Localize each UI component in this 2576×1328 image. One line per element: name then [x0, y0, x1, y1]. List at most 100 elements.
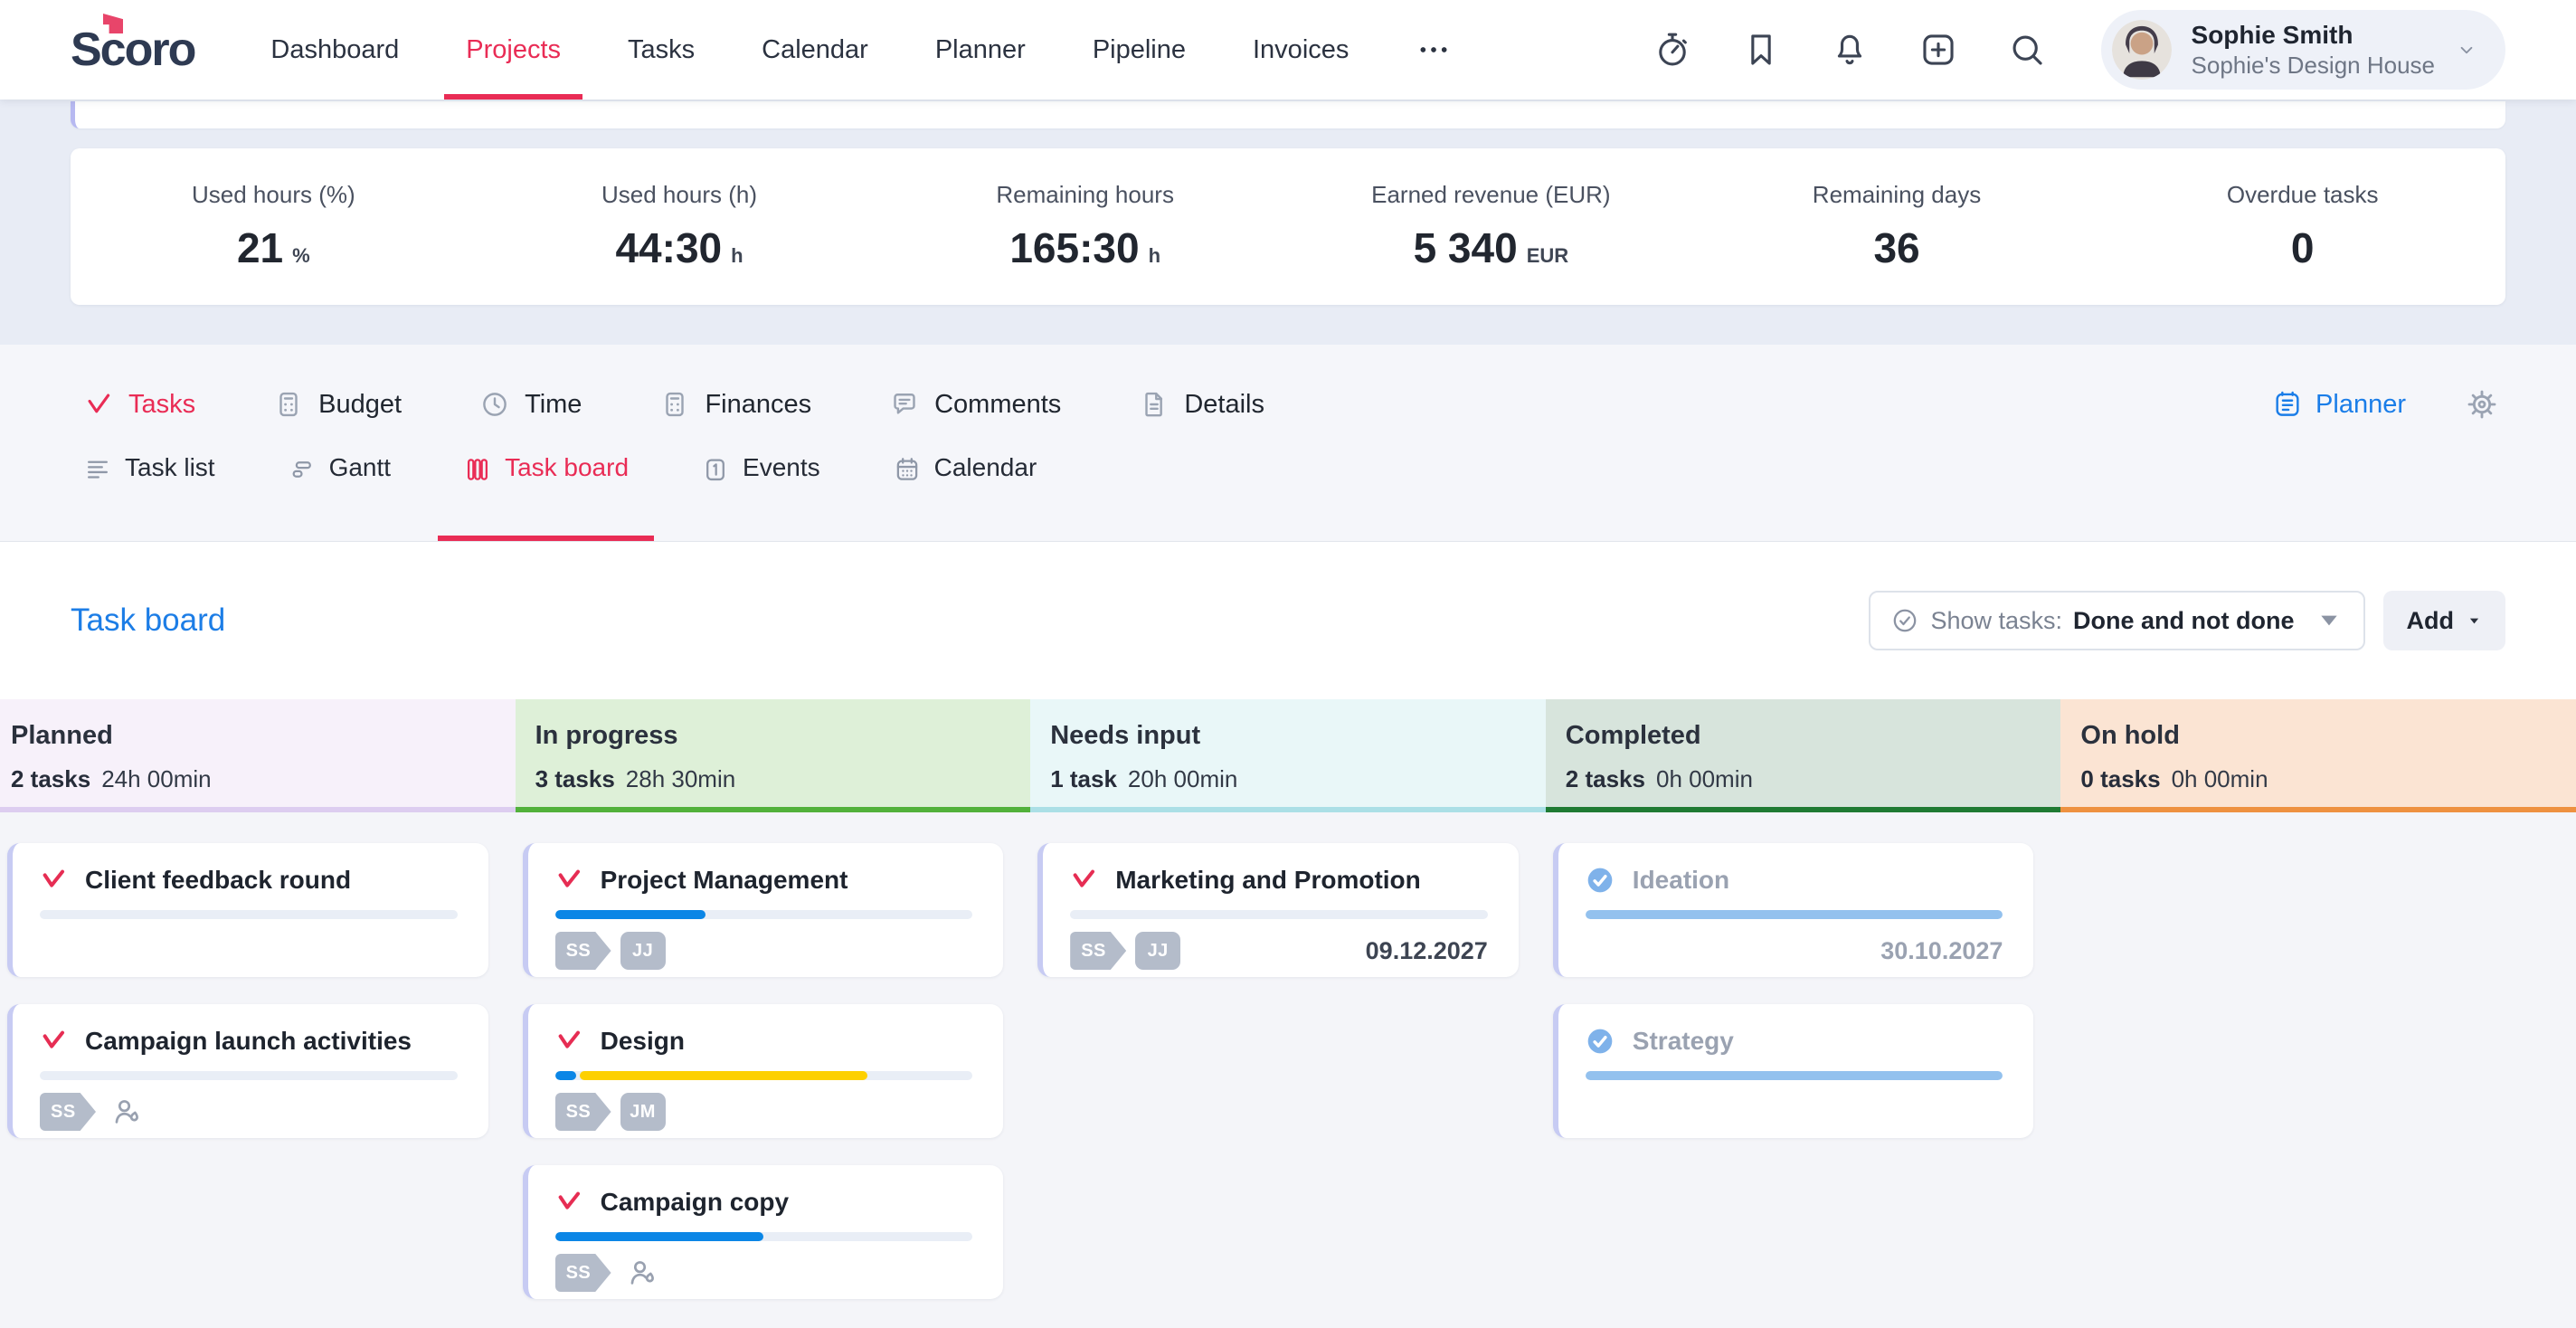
progress-segment-blue	[555, 1232, 764, 1241]
subtab-task-list[interactable]: Task list	[83, 453, 215, 541]
nav-item-invoices[interactable]: Invoices	[1253, 0, 1349, 100]
task-done-icon	[1586, 1027, 1615, 1056]
card-head: Campaign copy	[555, 1185, 973, 1219]
view-subtabs: Task list Gantt Task board Events Calendar	[83, 453, 2500, 541]
page-title: Task board	[71, 602, 225, 639]
column-meta: 2 tasks24h 00min	[11, 765, 516, 793]
tab-label: Comments	[934, 390, 1061, 420]
notifications-bell-icon[interactable]	[1830, 30, 1870, 70]
show-tasks-filter[interactable]: Show tasks: Done and not done	[1869, 591, 2364, 650]
owner-badge: SS	[555, 1093, 611, 1131]
quick-add-icon[interactable]	[1918, 30, 1958, 70]
subtab-label: Task board	[505, 453, 629, 482]
stat-label: Overdue tasks	[2099, 181, 2505, 209]
kanban-board: Planned2 tasks24h 00minIn progress3 task…	[0, 699, 2576, 1328]
document-icon	[1139, 389, 1170, 420]
task-progress-bar	[1070, 910, 1488, 919]
nav-item-pipeline[interactable]: Pipeline	[1093, 0, 1186, 100]
subtab-calendar[interactable]: Calendar	[893, 453, 1037, 541]
task-card-strategy[interactable]: Strategy	[1553, 1004, 2034, 1138]
task-card-ideation[interactable]: Ideation30.10.2027	[1553, 843, 2034, 977]
assignees: SS	[555, 1254, 660, 1292]
due-date: 09.12.2027	[1366, 937, 1488, 965]
subtab-gantt[interactable]: Gantt	[288, 453, 391, 541]
project-kpi-card: Used hours (%)21%Used hours (h)44:30hRem…	[71, 148, 2505, 305]
search-icon[interactable]	[2007, 30, 2047, 70]
task-progress-bar	[40, 1071, 458, 1080]
progress-segment-yellow	[580, 1071, 867, 1080]
bookmark-icon[interactable]	[1741, 30, 1781, 70]
tab-label: Budget	[318, 390, 402, 420]
column-completed-cards: Ideation30.10.2027 Strategy	[1546, 812, 2061, 1299]
tab-time[interactable]: Time	[479, 389, 582, 420]
task-progress-bar	[555, 1232, 973, 1241]
scrolled-card-edge	[71, 101, 2505, 128]
nav-item-dashboard[interactable]: Dashboard	[270, 0, 399, 100]
task-check-icon	[555, 1189, 582, 1216]
stat-label: Used hours (h)	[477, 181, 883, 209]
task-check-icon	[40, 867, 67, 894]
stopwatch-icon[interactable]	[1653, 30, 1692, 70]
nav-item-projects[interactable]: Projects	[466, 0, 561, 100]
scoro-logo[interactable]: Scoro	[71, 26, 194, 73]
column-title: In progress	[535, 721, 1031, 751]
column-needs-input-cards: Marketing and PromotionSSJJ09.12.2027	[1030, 812, 1546, 1299]
nav-item-planner[interactable]: Planner	[935, 0, 1026, 100]
card-head: Design	[555, 1024, 973, 1058]
stat-value: 36	[1694, 223, 2100, 272]
card-head: Ideation	[1586, 863, 2003, 897]
check-icon	[83, 389, 114, 420]
gear-icon[interactable]	[2464, 386, 2500, 422]
task-title: Strategy	[1633, 1027, 1734, 1056]
task-progress-bar	[1586, 1071, 2003, 1080]
progress-segment-blue	[555, 1071, 576, 1080]
task-check-icon	[555, 867, 582, 894]
column-header-completed: Completed2 tasks0h 00min	[1546, 699, 2061, 812]
assignees: SSJJ	[1070, 932, 1180, 970]
tab-comments[interactable]: Comments	[889, 389, 1061, 420]
subtab-events[interactable]: Events	[701, 453, 820, 541]
assignees: SSJM	[555, 1093, 666, 1131]
task-title: Campaign copy	[601, 1188, 789, 1217]
tab-tasks[interactable]: Tasks	[83, 389, 195, 420]
card-head: Client feedback round	[40, 863, 458, 897]
task-card-campaign-launch-activities[interactable]: Campaign launch activitiesSS	[7, 1004, 488, 1138]
stat-remaining-hours: Remaining hours165:30h	[882, 181, 1288, 272]
task-check-icon	[40, 1028, 67, 1055]
card-head: Strategy	[1586, 1024, 2003, 1058]
board-columns: Client feedback round Campaign launch act…	[0, 812, 2576, 1299]
card-footer: SSJJ	[555, 930, 973, 972]
task-card-design[interactable]: Design SSJM	[523, 1004, 1004, 1138]
logo-text: Scoro	[71, 26, 194, 73]
nav-item-calendar[interactable]: Calendar	[762, 0, 868, 100]
column-planned-cards: Client feedback round Campaign launch act…	[0, 812, 516, 1299]
stat-unit: h	[731, 244, 743, 267]
stat-overdue-tasks: Overdue tasks0	[2099, 181, 2505, 272]
progress-segment-lightblue	[1586, 1071, 2003, 1080]
more-menu-icon[interactable]	[1416, 32, 1452, 68]
show-tasks-value: Done and not done	[2073, 607, 2294, 635]
column-header-on-hold: On hold0 tasks0h 00min	[2060, 699, 2576, 812]
tab-details[interactable]: Details	[1139, 389, 1264, 420]
task-card-project-management[interactable]: Project ManagementSSJJ	[523, 843, 1004, 977]
user-menu[interactable]: Sophie Smith Sophie's Design House	[2101, 10, 2505, 90]
owner-badge: SS	[555, 932, 611, 970]
assignee-person-icon	[626, 1256, 660, 1290]
card-head: Campaign launch activities	[40, 1024, 458, 1058]
task-progress-bar	[40, 910, 458, 919]
nav-item-tasks[interactable]: Tasks	[628, 0, 695, 100]
stat-used-hours-h: Used hours (h)44:30h	[477, 181, 883, 272]
task-card-marketing-and-promotion[interactable]: Marketing and PromotionSSJJ09.12.2027	[1037, 843, 1519, 977]
member-badge: JJ	[1135, 932, 1180, 970]
subtab-task-board[interactable]: Task board	[463, 453, 629, 541]
task-card-campaign-copy[interactable]: Campaign copy SS	[523, 1165, 1004, 1299]
tab-budget[interactable]: Budget	[273, 389, 402, 420]
calculator-icon	[659, 389, 690, 420]
chevron-down-icon	[2455, 38, 2478, 62]
tab-finances[interactable]: Finances	[659, 389, 811, 420]
planner-link[interactable]: Planner	[2272, 389, 2406, 420]
task-card-client-feedback-round[interactable]: Client feedback round	[7, 843, 488, 977]
add-button[interactable]: Add	[2383, 591, 2505, 650]
column-meta: 1 task20h 00min	[1050, 765, 1546, 793]
planner-label: Planner	[2316, 390, 2406, 420]
